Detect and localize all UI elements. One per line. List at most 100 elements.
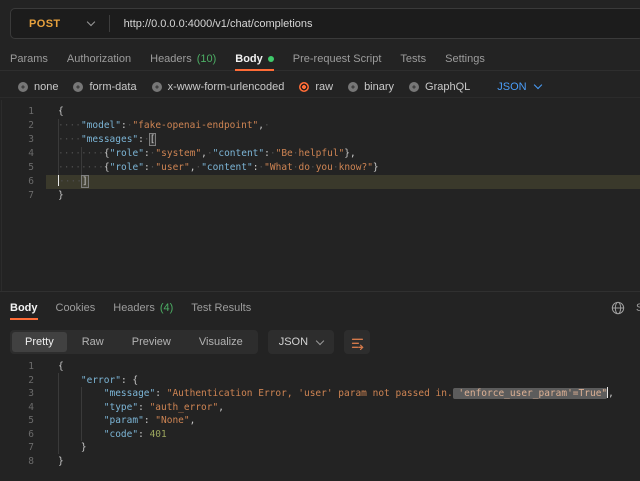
code-line[interactable]: 4········{"role":·"system",·"content":·"… — [0, 147, 640, 161]
code-line[interactable]: 2····"model":·"fake-openai-endpoint",· — [0, 119, 640, 133]
line-number: 5 — [0, 414, 46, 428]
tab-label: Pre-request Script — [293, 53, 382, 65]
radio-label: binary — [364, 81, 394, 93]
code-content: } — [46, 441, 640, 455]
line-number: 7 — [0, 441, 46, 455]
tab-cookies[interactable]: Cookies — [56, 297, 96, 319]
response-language-selector[interactable]: JSON — [268, 330, 334, 354]
panel-divider[interactable] — [0, 291, 640, 292]
selected-text: 'enforce_user_param'=True" — [453, 388, 607, 399]
view-raw[interactable]: Raw — [69, 332, 117, 352]
tab-label: Headers — [113, 302, 155, 314]
tab-headers[interactable]: Headers(10) — [150, 47, 216, 70]
tab-label: Body — [10, 302, 38, 314]
radio-icon — [299, 82, 309, 92]
code-line[interactable]: 4 "type": "auth_error", — [0, 401, 640, 415]
tab-body[interactable]: Body — [10, 297, 38, 319]
view-preview[interactable]: Preview — [119, 332, 184, 352]
code-content: { — [46, 360, 640, 374]
code-line[interactable]: 3····"messages":·[ — [0, 133, 640, 147]
line-number: 2 — [0, 119, 46, 133]
response-language-label: JSON — [279, 336, 308, 348]
code-content: ········{"role":·"system",·"content":·"B… — [46, 147, 640, 161]
tab-pre-request-script[interactable]: Pre-request Script — [293, 47, 382, 70]
wrap-lines-button[interactable] — [344, 330, 370, 354]
tab-label: Cookies — [56, 302, 96, 314]
tab-count-badge: (4) — [160, 302, 173, 314]
line-number: 4 — [0, 401, 46, 415]
body-type-row: none form-data x-www-form-urlencoded raw bin… — [0, 75, 640, 98]
tab-label: Test Results — [191, 302, 251, 314]
code-line[interactable]: 5 "param": "None", — [0, 414, 640, 428]
language-label: JSON — [497, 81, 526, 93]
line-number: 1 — [0, 360, 46, 374]
tab-tests[interactable]: Tests — [400, 47, 426, 70]
code-line[interactable]: 7} — [0, 189, 640, 203]
code-line[interactable]: 1{ — [0, 360, 640, 374]
view-visualize[interactable]: Visualize — [186, 332, 256, 352]
tab-headers[interactable]: Headers (4) — [113, 297, 173, 319]
radio-icon — [409, 82, 419, 92]
chevron-down-icon — [86, 18, 94, 26]
tab-count-badge: (10) — [197, 53, 217, 65]
code-line[interactable]: 7 } — [0, 441, 640, 455]
body-type-x-www-form-urlencoded[interactable]: x-www-form-urlencoded — [152, 81, 285, 93]
view-pretty[interactable]: Pretty — [12, 332, 67, 352]
code-line[interactable]: 6····] — [0, 175, 640, 189]
radio-icon — [73, 82, 83, 92]
radio-label: none — [34, 81, 58, 93]
code-line[interactable]: 2 "error": { — [0, 374, 640, 388]
code-content: "code": 401 — [46, 428, 640, 442]
radio-label: x-www-form-urlencoded — [168, 81, 285, 93]
tab-settings[interactable]: Settings — [445, 47, 485, 70]
line-number: 5 — [0, 161, 46, 175]
body-type-none[interactable]: none — [18, 81, 58, 93]
response-tabbar-right: S — [610, 297, 640, 319]
language-selector[interactable]: JSON — [497, 81, 540, 93]
code-content: } — [46, 455, 640, 469]
body-type-form-data[interactable]: form-data — [73, 81, 136, 93]
divider — [0, 97, 640, 98]
body-type-graphql[interactable]: GraphQL — [409, 81, 470, 93]
method-label: POST — [29, 18, 61, 30]
line-number: 3 — [0, 133, 46, 147]
tab-label: Tests — [400, 53, 426, 65]
line-number: 3 — [0, 387, 46, 401]
line-number: 4 — [0, 147, 46, 161]
tab-authorization[interactable]: Authorization — [67, 47, 131, 70]
request-tabs: Params Authorization Headers(10) Body Pre-re… — [0, 47, 640, 71]
code-line[interactable]: 6 "code": 401 — [0, 428, 640, 442]
wrap-lines-icon — [349, 334, 365, 350]
tab-body[interactable]: Body — [235, 47, 274, 70]
request-body-editor[interactable]: 1{2····"model":·"fake-openai-endpoint",·… — [0, 100, 640, 215]
code-line[interactable]: 8} — [0, 455, 640, 469]
code-content: } — [46, 189, 640, 203]
code-line[interactable]: 5········{"role":·"user",·"content":·"Wh… — [0, 161, 640, 175]
code-content: "message": "Authentication Error, 'user'… — [46, 387, 640, 401]
response-body-editor[interactable]: 1{2 "error": {3 "message": "Authenticati… — [0, 356, 640, 481]
clipped-status-text: S — [636, 302, 640, 314]
globe-icon[interactable] — [610, 300, 626, 316]
radio-icon — [152, 82, 162, 92]
code-content: "param": "None", — [46, 414, 640, 428]
tab-test-results[interactable]: Test Results — [191, 297, 251, 319]
line-number: 8 — [0, 455, 46, 469]
method-selector[interactable]: POST — [11, 9, 109, 38]
body-type-raw[interactable]: raw — [299, 81, 333, 93]
chevron-down-icon — [533, 81, 541, 89]
line-number: 7 — [0, 189, 46, 203]
request-url-bar: POST http://0.0.0.0:4000/v1/chat/complet… — [10, 8, 640, 39]
code-content: ····] — [46, 175, 640, 189]
code-line[interactable]: 3 "message": "Authentication Error, 'use… — [0, 387, 640, 401]
radio-icon — [18, 82, 28, 92]
code-line[interactable]: 1{ — [0, 105, 640, 119]
url-input[interactable]: http://0.0.0.0:4000/v1/chat/completions — [110, 18, 313, 30]
code-content: ········{"role":·"user",·"content":·"Wha… — [46, 161, 640, 175]
body-type-binary[interactable]: binary — [348, 81, 394, 93]
radio-label: form-data — [89, 81, 136, 93]
chevron-down-icon — [316, 336, 324, 344]
radio-label: raw — [315, 81, 333, 93]
tab-label: Authorization — [67, 53, 131, 65]
tab-params[interactable]: Params — [10, 47, 48, 70]
code-content: { — [46, 105, 640, 119]
